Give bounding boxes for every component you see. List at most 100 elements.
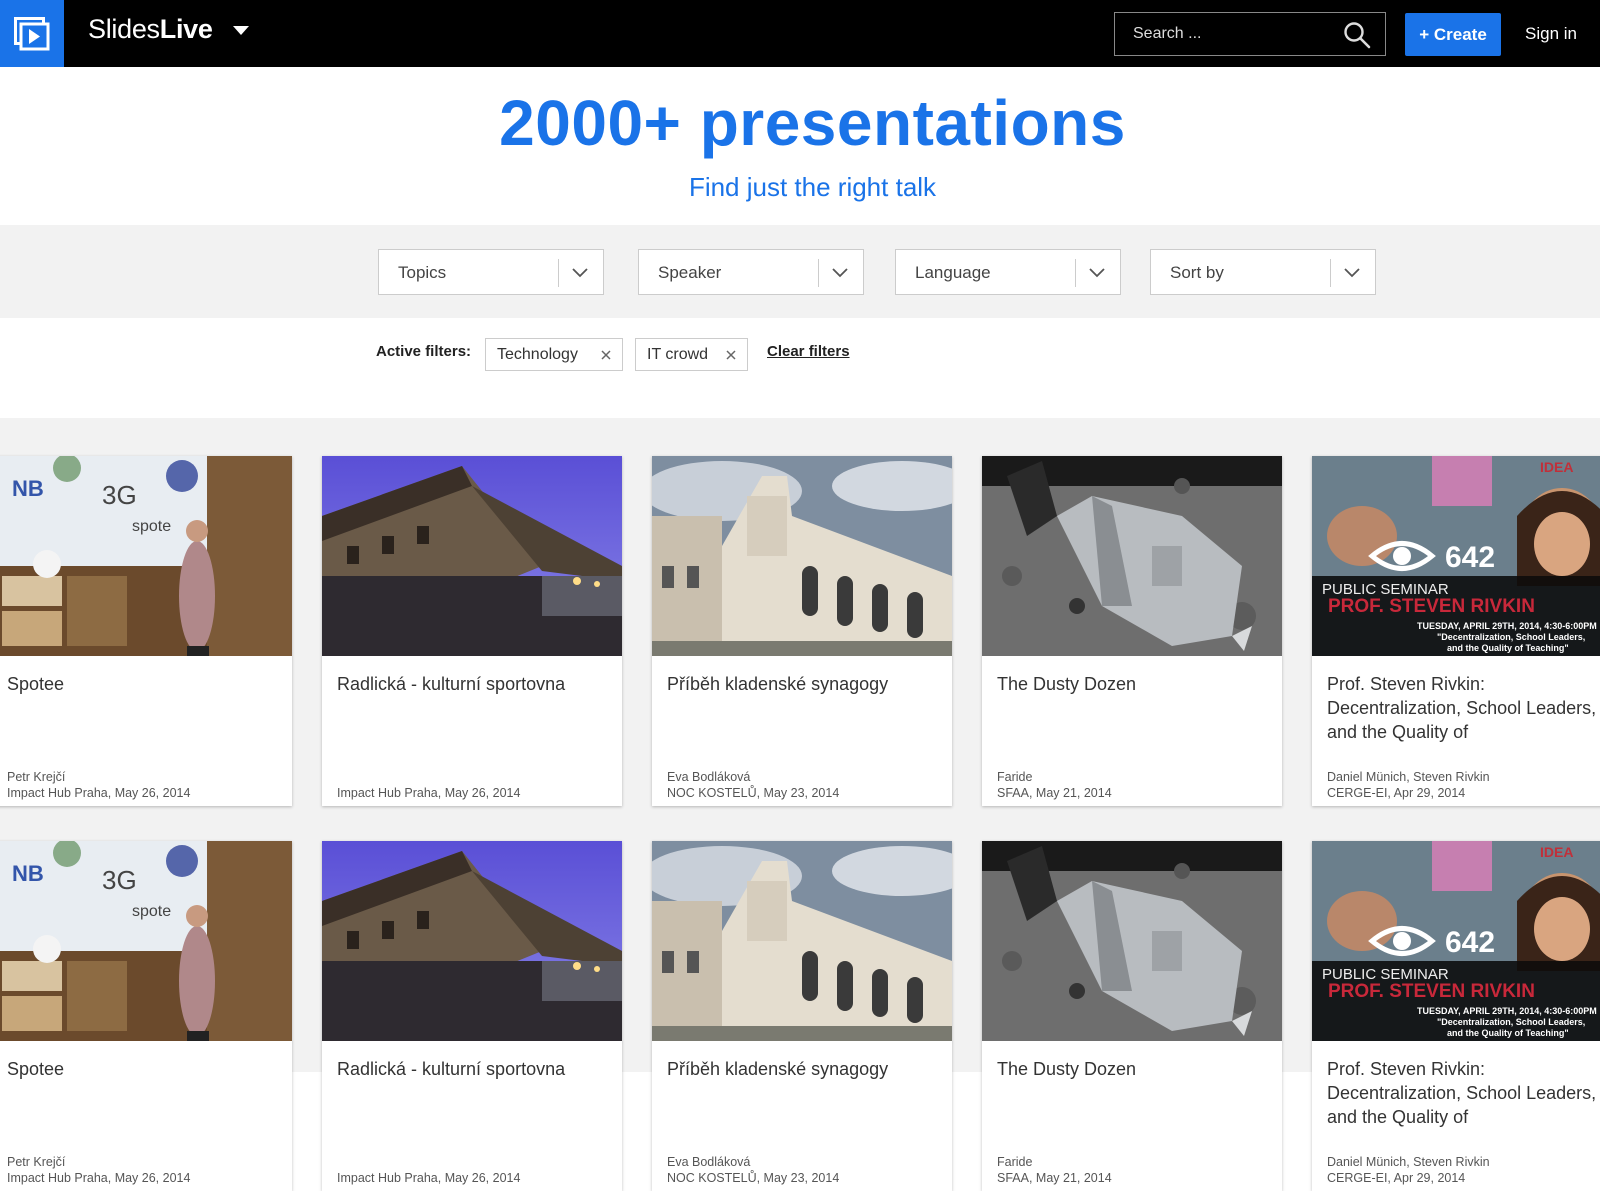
card-thumbnail[interactable] bbox=[652, 456, 952, 656]
card-venue-date: SFAA, May 21, 2014 bbox=[997, 786, 1112, 800]
card-speaker: Petr Krejčí bbox=[7, 1155, 66, 1169]
topics-dropdown[interactable]: Topics bbox=[378, 249, 604, 295]
presentation-card-spotee[interactable]: NB 3G spote Spotee Petr Krejčí Impact Hub … bbox=[0, 456, 292, 806]
card-meta: Faride SFAA, May 21, 2014 bbox=[997, 1154, 1277, 1186]
card-thumbnail[interactable]: NB 3G spote bbox=[0, 456, 292, 656]
page-subtitle: Find just the right talk bbox=[688, 172, 937, 202]
thumbnail-rivkin-seminar: IDEA 642 PUBLIC SEMINAR PROF. STEVEN RIV… bbox=[1312, 456, 1600, 656]
card-title[interactable]: Radlická - kulturní sportovna bbox=[337, 672, 607, 696]
caret-down-icon[interactable] bbox=[233, 26, 249, 35]
card-thumbnail[interactable] bbox=[322, 841, 622, 1041]
sort-by-dropdown[interactable]: Sort by bbox=[1150, 249, 1376, 295]
presentation-card-spotee[interactable]: NB 3G spote Spotee Petr Krejčí Impact Hub … bbox=[0, 841, 292, 1191]
idea-logo-text: IDEA bbox=[1540, 844, 1573, 860]
presentation-card-rivkin[interactable]: IDEA 642 PUBLIC SEMINAR PROF. STEVEN RIV… bbox=[1312, 456, 1600, 806]
seminar-line-3: TUESDAY, APRIL 29TH, 2014, 4:30-6:00PM bbox=[1417, 1006, 1597, 1016]
card-title[interactable]: The Dusty Dozen bbox=[997, 1057, 1267, 1081]
card-meta: Faride SFAA, May 21, 2014 bbox=[997, 769, 1277, 801]
clear-filters-link[interactable]: Clear filters bbox=[767, 343, 850, 360]
presentation-card-synagogue[interactable]: Příběh kladenské synagogy Eva Bodláková NO… bbox=[652, 456, 952, 806]
svg-text:spote: spote bbox=[132, 903, 171, 920]
play-logo-icon bbox=[14, 16, 50, 50]
card-title[interactable]: The Dusty Dozen bbox=[997, 672, 1267, 696]
card-title[interactable]: Prof. Steven Rivkin: Decentralization, S… bbox=[1327, 672, 1597, 744]
search-icon[interactable] bbox=[1343, 21, 1371, 49]
search-input[interactable] bbox=[1115, 25, 1335, 43]
chevron-down-icon bbox=[572, 268, 588, 278]
card-thumbnail[interactable] bbox=[982, 456, 1282, 656]
thumbnail-spotee: NB 3G spote bbox=[0, 456, 292, 656]
presentation-card-radlicka[interactable]: Radlická - kulturní sportovna Impact Hub… bbox=[322, 456, 622, 806]
card-meta: Eva Bodláková NOC KOSTELŮ, May 23, 2014 bbox=[667, 769, 947, 801]
card-thumbnail[interactable] bbox=[982, 841, 1282, 1041]
card-venue-date: CERGE-EI, Apr 29, 2014 bbox=[1327, 786, 1466, 800]
filter-chip-it-crowd: IT crowd bbox=[635, 338, 748, 371]
card-speaker: Daniel Münich, Steven Rivkin bbox=[1327, 1155, 1490, 1169]
presentation-card-synagogue[interactable]: Příběh kladenské synagogy Eva Bodláková NO… bbox=[652, 841, 952, 1191]
card-thumbnail[interactable]: NB 3G spote bbox=[0, 841, 292, 1041]
top-navigation-bar: SlidesLive + Create Sign in bbox=[0, 0, 1600, 67]
dropdown-divider bbox=[818, 259, 819, 287]
card-speaker: Eva Bodláková bbox=[667, 770, 751, 784]
filter-chip-label: IT crowd bbox=[647, 345, 709, 363]
card-meta: Petr Krejčí Impact Hub Praha, May 26, 201… bbox=[7, 769, 287, 801]
card-speaker: Faride bbox=[997, 1155, 1033, 1169]
card-meta: Eva Bodláková NOC KOSTELŮ, May 23, 2014 bbox=[667, 1154, 947, 1186]
card-speaker bbox=[337, 769, 617, 785]
create-button[interactable]: + Create bbox=[1405, 13, 1501, 56]
chevron-down-icon bbox=[1344, 268, 1360, 278]
svg-text:3G: 3G bbox=[102, 865, 137, 895]
close-icon[interactable] bbox=[724, 348, 738, 362]
speaker-dropdown[interactable]: Speaker bbox=[638, 249, 864, 295]
seminar-line-2: PROF. STEVEN RIVKIN bbox=[1328, 981, 1535, 1002]
presentation-card-rivkin[interactable]: IDEA 642 PUBLIC SEMINAR PROF. STEVEN RIV… bbox=[1312, 841, 1600, 1191]
thumbnail-apollo bbox=[982, 456, 1282, 656]
card-venue-date: Impact Hub Praha, May 26, 2014 bbox=[337, 1171, 521, 1185]
brand-name[interactable]: SlidesLive bbox=[88, 14, 213, 45]
dropdown-divider bbox=[558, 259, 559, 287]
thumbnail-radlicka bbox=[322, 841, 622, 1041]
card-title[interactable]: Příběh kladenské synagogy bbox=[667, 1057, 937, 1081]
thumbnail-radlicka bbox=[322, 456, 622, 656]
seminar-line-4: "Decentralization, School Leaders, bbox=[1437, 1017, 1585, 1027]
thumbnail-spotee: NB 3G spote bbox=[0, 841, 292, 1041]
presentation-card-radlicka[interactable]: Radlická - kulturní sportovna Impact Hub… bbox=[322, 841, 622, 1191]
card-speaker: Petr Krejčí bbox=[7, 770, 66, 784]
seminar-line-5: and the Quality of Teaching" bbox=[1447, 643, 1569, 653]
card-speaker: Daniel Münich, Steven Rivkin bbox=[1327, 770, 1490, 784]
card-title[interactable]: Spotee bbox=[7, 1057, 277, 1081]
thumbnail-apollo bbox=[982, 841, 1282, 1041]
card-meta: Daniel Münich, Steven Rivkin CERGE-EI, Ap… bbox=[1327, 1154, 1600, 1186]
card-title[interactable]: Spotee bbox=[7, 672, 277, 696]
dropdown-label: Speaker bbox=[658, 263, 722, 282]
language-dropdown[interactable]: Language bbox=[895, 249, 1121, 295]
dropdown-label: Topics bbox=[398, 263, 447, 282]
card-venue-date: NOC KOSTELŮ, May 23, 2014 bbox=[667, 1171, 840, 1185]
card-venue-date: Impact Hub Praha, May 26, 2014 bbox=[337, 786, 521, 800]
sign-in-link[interactable]: Sign in bbox=[1525, 24, 1577, 44]
close-icon[interactable] bbox=[599, 348, 613, 362]
presentation-card-dusty-dozen[interactable]: The Dusty Dozen Faride SFAA, May 21, 2014 bbox=[982, 456, 1282, 806]
dropdown-label: Sort by bbox=[1170, 263, 1224, 282]
card-meta: Daniel Münich, Steven Rivkin CERGE-EI, Ap… bbox=[1327, 769, 1600, 801]
svg-text:NB: NB bbox=[12, 476, 44, 501]
thumbnail-synagogue bbox=[652, 456, 952, 656]
card-title[interactable]: Prof. Steven Rivkin: Decentralization, S… bbox=[1327, 1057, 1597, 1129]
card-thumbnail[interactable] bbox=[652, 841, 952, 1041]
idea-logo-text: IDEA bbox=[1540, 459, 1573, 475]
slideslive-logo[interactable] bbox=[0, 0, 64, 67]
seminar-line-2: PROF. STEVEN RIVKIN bbox=[1328, 596, 1535, 617]
card-title[interactable]: Radlická - kulturní sportovna bbox=[337, 1057, 607, 1081]
card-meta: Impact Hub Praha, May 26, 2014 bbox=[337, 769, 617, 801]
card-thumbnail[interactable]: IDEA 642 PUBLIC SEMINAR PROF. STEVEN RIV… bbox=[1312, 456, 1600, 656]
card-venue-date: CERGE-EI, Apr 29, 2014 bbox=[1327, 1171, 1466, 1185]
card-speaker: Eva Bodláková bbox=[667, 1155, 751, 1169]
brand-name-bold: Live bbox=[159, 14, 213, 44]
dropdown-divider bbox=[1075, 259, 1076, 287]
card-thumbnail[interactable]: IDEA 642 PUBLIC SEMINAR PROF. STEVEN RIV… bbox=[1312, 841, 1600, 1041]
card-speaker: Faride bbox=[997, 770, 1033, 784]
presentation-card-dusty-dozen[interactable]: The Dusty Dozen Faride SFAA, May 21, 2014 bbox=[982, 841, 1282, 1191]
card-title[interactable]: Příběh kladenské synagogy bbox=[667, 672, 937, 696]
brand-name-light: Slides bbox=[88, 14, 160, 44]
card-thumbnail[interactable] bbox=[322, 456, 622, 656]
